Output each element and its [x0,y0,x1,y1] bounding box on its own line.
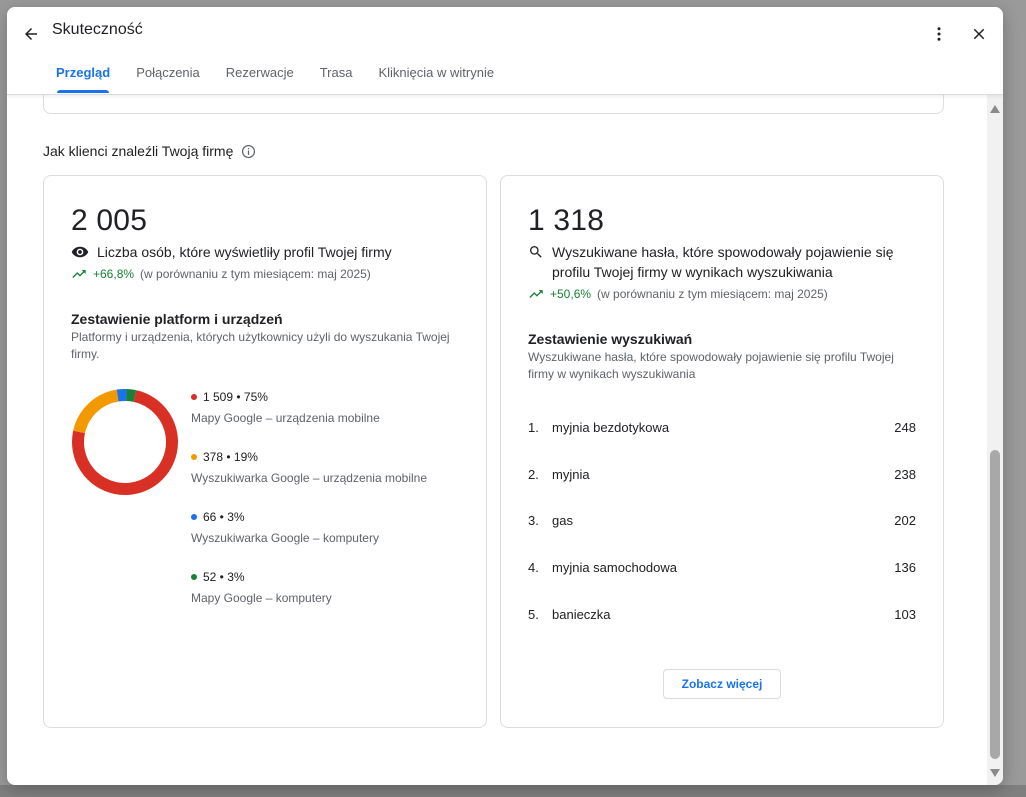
legend-value: 1 509 • 75% [203,390,268,404]
profile-views-trend: +66,8% (w porównaniu z tym miesiącem: ma… [71,266,371,282]
search-term-rank: 1. [528,420,539,435]
search-term-count: 248 [894,420,916,435]
search-term-count: 238 [894,467,916,482]
tab-directions[interactable]: Trasa [307,63,366,95]
platform-breakdown-desc: Platformy i urządzenia, których użytkown… [71,330,450,361]
performance-dialog: Skuteczność Przegląd Połączenia Rezerwac… [7,7,1003,785]
searches-label-row: Wyszukiwane hasła, które spowodowały poj… [528,242,902,282]
searches-change: +50,6% [550,287,592,301]
legend-dot [191,574,197,580]
tab-bookings[interactable]: Rezerwacje [213,63,307,95]
tab-overview[interactable]: Przegląd [43,63,123,95]
search-term-text: myjnia [552,467,590,482]
legend-label: Wyszukiwarka Google – komputery [191,531,379,545]
search-term-row: 5. banieczka 103 [528,607,918,627]
backdrop-strip [0,785,1026,797]
scrollbar-thumb[interactable] [990,450,1000,759]
close-icon [973,28,985,40]
search-term-rank: 2. [528,467,539,482]
search-term-row: 2. myjnia 238 [528,467,918,487]
scrollbar[interactable] [987,95,1003,785]
search-term-text: myjnia bezdotykowa [552,420,670,435]
search-term-text: banieczka [552,607,611,622]
legend-label: Wyszukiwarka Google – urządzenia mobilne [191,471,428,485]
trending-up-icon [72,270,86,278]
donut-slice-maps-mobile [72,389,178,495]
legend-item-maps-mobile: 1 509 • 75% Mapy Google – urządzenia mob… [191,390,451,425]
more-vert-icon [937,27,941,41]
search-term-count: 136 [894,560,916,575]
search-term-rank: 5. [528,607,539,622]
search-breakdown-desc: Wyszukiwane hasła, które spowodowały poj… [528,350,894,381]
scroll-up-arrow-icon[interactable] [990,105,1000,113]
arrow-back-icon [25,28,37,40]
see-more-button[interactable]: Zobacz więcej [663,669,781,699]
search-icon [530,246,542,258]
trending-up-icon [529,290,543,298]
legend-label: Mapy Google – komputery [191,591,332,605]
section-title-text: Jak klienci znaleźli Twoją firmę [43,143,234,159]
close-button[interactable] [964,18,994,50]
donut-slice-search-mobile [72,389,178,495]
search-term-text: myjnia samochodowa [552,560,678,575]
legend-dot [191,514,197,520]
search-breakdown-title: Zestawienie wyszukiwań [528,331,693,347]
profile-views-label-row: Liczba osób, które wyświetliły profil Tw… [71,242,447,262]
search-term-count: 202 [894,513,916,528]
section-title: Jak klienci znaleźli Twoją firmę [43,143,256,159]
tab-bar: Przegląd Połączenia Rezerwacje Trasa Kli… [43,63,507,95]
search-term-row: 1. myjnia bezdotykowa 248 [528,420,918,440]
previous-card-edge [43,95,944,114]
donut-slice-maps-desktop [72,389,178,495]
dialog-header: Skuteczność Przegląd Połączenia Rezerwac… [7,7,1003,95]
platform-donut-chart [72,389,178,495]
profile-views-change: +66,8% [93,267,135,281]
search-term-rank: 3. [528,513,539,528]
search-term-row: 4. myjnia samochodowa 136 [528,560,918,580]
search-term-rank: 4. [528,560,539,575]
search-term-count: 103 [894,607,916,622]
searches-label: Wyszukiwane hasła, które spowodowały poj… [552,244,894,280]
legend-value: 52 • 3% [203,570,245,584]
scroll-down-arrow-icon[interactable] [990,769,1000,777]
profile-views-label: Liczba osób, które wyświetliły profil Tw… [97,244,392,260]
legend-label: Mapy Google – urządzenia mobilne [191,411,380,425]
profile-views-total: 2 005 [71,204,148,237]
platform-breakdown-title: Zestawienie platform i urządzeń [71,311,283,327]
search-term-text: gas [552,513,573,528]
dialog-content: Jak klienci znaleźli Twoją firmę 2 005 L… [7,95,987,785]
searches-total: 1 318 [528,204,605,237]
donut-slice-search-desktop [72,389,178,495]
searches-card: 1 318 Wyszukiwane hasła, które spowodowa… [500,175,944,728]
dialog-title: Skuteczność [52,21,143,38]
more-options-button[interactable] [925,18,953,50]
tab-website-clicks[interactable]: Kliknięcia w witrynie [365,63,507,95]
legend-dot [191,394,197,400]
legend-item-search-desktop: 66 • 3% Wyszukiwarka Google – komputery [191,510,451,545]
legend-value: 378 • 19% [203,450,258,464]
profile-views-comparison: (w porównaniu z tym miesiącem: maj 2025) [140,267,371,281]
legend-item-search-mobile: 378 • 19% Wyszukiwarka Google – urządzen… [191,450,451,485]
back-button[interactable] [15,18,47,50]
info-icon[interactable] [241,144,256,159]
searches-comparison: (w porównaniu z tym miesiącem: maj 2025) [597,287,828,301]
tab-calls[interactable]: Połączenia [123,63,213,95]
legend-item-maps-desktop: 52 • 3% Mapy Google – komputery [191,570,451,605]
legend-value: 66 • 3% [203,510,245,524]
search-term-row: 3. gas 202 [528,513,918,533]
profile-views-card: 2 005 Liczba osób, które wyświetliły pro… [43,175,487,728]
eye-icon [71,246,89,258]
searches-trend: +50,6% (w porównaniu z tym miesiącem: ma… [528,286,828,302]
legend-dot [191,454,197,460]
